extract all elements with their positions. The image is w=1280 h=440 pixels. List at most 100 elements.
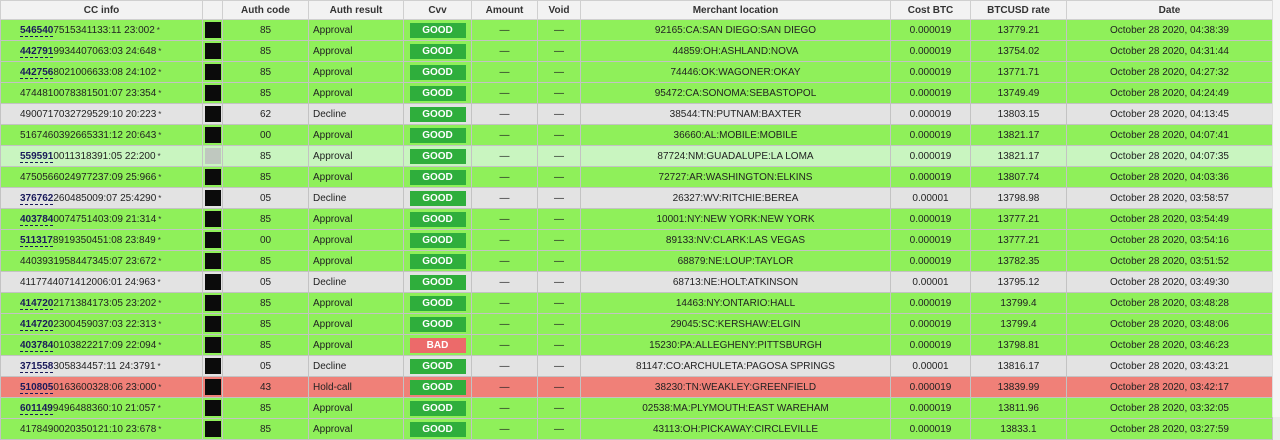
cc-details: 8021006633:08 24:102 [53, 66, 157, 78]
asterisk-icon: * [158, 130, 162, 140]
column-header-box[interactable] [202, 0, 223, 20]
bin-link[interactable]: 510805 [20, 381, 54, 394]
table-row[interactable]: 5108050163600328:06 23:000 * 43 Hold-call GO… [0, 376, 1273, 398]
column-header-void[interactable]: Void [537, 0, 581, 20]
bin-link[interactable]: 376762 [20, 192, 54, 205]
cvv-status-badge: GOOD [409, 106, 466, 122]
cost-btc-cell: 0.000019 [890, 40, 971, 62]
column-header-btcusd-rate[interactable]: BTCUSD rate [970, 0, 1067, 20]
bin-link[interactable]: 442791 [20, 45, 54, 58]
table-row[interactable]: 4037840103822217:09 22:094 * 85 Approval BAD… [0, 334, 1273, 356]
bin-link[interactable]: 442756 [20, 66, 54, 79]
amount-cell: — [471, 334, 538, 356]
masked-box [204, 85, 221, 101]
table-row[interactable]: 4117744071412006:01 24:963 * 05 Decline GOOD… [0, 271, 1273, 293]
void-cell: — [537, 229, 581, 251]
amount-cell: — [471, 376, 538, 398]
auth-code-cell: 85 [222, 292, 309, 314]
table-row[interactable]: 4403931958447345:07 23:672 * 85 Approval GOO… [0, 250, 1273, 272]
cvv-status-badge: GOOD [409, 64, 466, 80]
masked-cell [202, 187, 223, 209]
table-header-row: CC info Auth code Auth result Cvv Amount Void… [0, 0, 1273, 20]
bin-link[interactable]: 559591 [20, 150, 54, 163]
table-row[interactable]: 4178490020350121:10 23:678 * 85 Approval GOO… [0, 418, 1273, 440]
table-row[interactable]: 6011499496488360:10 21:057 * 85 Approval GOO… [0, 397, 1273, 419]
table-row[interactable]: 4744810078381501:07 23:354 * 85 Approval GOO… [0, 82, 1273, 104]
table-row[interactable]: 5167460392665331:12 20:643 * 00 Approval GOO… [0, 124, 1273, 146]
merchant-location-cell: 92165:CA:SAN DIEGO:SAN DIEGO [580, 19, 891, 41]
cvv-cell: GOOD [403, 271, 472, 293]
cc-info-cell: 5167460392665331:12 20:643 * [0, 124, 203, 146]
masked-box [204, 148, 221, 164]
table-row[interactable]: 4037840074751403:09 21:314 * 85 Approval GOO… [0, 208, 1273, 230]
cost-btc-cell: 0.000019 [890, 19, 971, 41]
bin-link[interactable]: 511317 [20, 234, 53, 247]
auth-code-cell: 05 [222, 271, 309, 293]
cvv-cell: GOOD [403, 313, 472, 335]
column-header-cost-btc[interactable]: Cost BTC [890, 0, 971, 20]
bin-link[interactable]: 601149 [20, 402, 53, 415]
table-row[interactable]: 371558305834457:11 24:3791 * 05 Decline GOOD… [0, 355, 1273, 377]
table-row[interactable]: 376762260485009:07 25:4290 * 05 Decline GOOD… [0, 187, 1273, 209]
auth-result-cell: Approval [308, 292, 404, 314]
masked-cell [202, 313, 223, 335]
cc-info-cell: 5108050163600328:06 23:000 * [0, 376, 203, 398]
masked-cell [202, 61, 223, 83]
asterisk-icon: * [158, 424, 162, 434]
btcusd-rate-cell: 13798.81 [970, 334, 1067, 356]
amount-cell: — [471, 313, 538, 335]
date-cell: October 28 2020, 03:48:28 [1066, 292, 1273, 314]
table-row[interactable]: 4427919934407063:03 24:648 * 85 Approval GOO… [0, 40, 1273, 62]
auth-result-cell: Approval [308, 334, 404, 356]
cost-btc-cell: 0.000019 [890, 334, 971, 356]
amount-cell: — [471, 166, 538, 188]
column-header-auth-result[interactable]: Auth result [308, 0, 404, 20]
date-cell: October 28 2020, 04:03:36 [1066, 166, 1273, 188]
cvv-status-badge: GOOD [409, 190, 466, 206]
cc-details: 0074751403:09 21:314 [53, 213, 157, 225]
transactions-table: CC info Auth code Auth result Cvv Amount Void… [0, 0, 1273, 440]
bin-link[interactable]: 414720 [20, 318, 54, 331]
masked-box [204, 190, 221, 206]
table-row[interactable]: 4147202300459037:03 22:313 * 85 Approval GOO… [0, 313, 1273, 335]
table-row[interactable]: 5465407515341133:11 23:002 * 85 Approval GOO… [0, 19, 1273, 41]
table-row[interactable]: 4147202171384173:05 23:202 * 85 Approval GOO… [0, 292, 1273, 314]
cvv-cell: GOOD [403, 145, 472, 167]
table-row[interactable]: 4427568021006633:08 24:102 * 85 Approval GOO… [0, 61, 1273, 83]
cvv-cell: GOOD [403, 376, 472, 398]
transactions-table-wrapper: CC info Auth code Auth result Cvv Amount Void… [0, 0, 1273, 440]
amount-cell: — [471, 145, 538, 167]
merchant-location-cell: 68713:NE:HOLT:ATKINSON [580, 271, 891, 293]
bin-link[interactable]: 546540 [20, 24, 54, 37]
cc-details: 4403931958447345:07 23:672 [20, 255, 157, 267]
cc-info-cell: 4147202171384173:05 23:202 * [0, 292, 203, 314]
table-row[interactable]: 4750566024977237:09 25:966 * 85 Approval GOO… [0, 166, 1273, 188]
column-header-cc-info[interactable]: CC info [0, 0, 203, 20]
bin-link[interactable]: 371558 [20, 360, 54, 373]
date-cell: October 28 2020, 03:32:05 [1066, 397, 1273, 419]
cc-details: 4117744071412006:01 24:963 [20, 276, 156, 288]
table-row[interactable]: 4900717032729529:10 20:223 * 62 Decline GOOD… [0, 103, 1273, 125]
date-cell: October 28 2020, 03:58:57 [1066, 187, 1273, 209]
void-cell: — [537, 82, 581, 104]
table-row[interactable]: 5595910011318391:05 22:200 * 85 Approval GOO… [0, 145, 1273, 167]
cvv-status-badge: GOOD [409, 274, 466, 290]
cc-details: 5167460392665331:12 20:643 [20, 129, 157, 141]
cvv-status-badge: GOOD [409, 421, 466, 437]
column-header-date[interactable]: Date [1066, 0, 1273, 20]
bin-link[interactable]: 403784 [20, 213, 54, 226]
bin-link[interactable]: 403784 [20, 339, 54, 352]
column-header-auth-code[interactable]: Auth code [222, 0, 309, 20]
masked-box [204, 253, 221, 269]
btcusd-rate-cell: 13821.17 [970, 145, 1067, 167]
merchant-location-cell: 43113:OH:PICKAWAY:CIRCLEVILLE [580, 418, 891, 440]
column-header-amount[interactable]: Amount [471, 0, 538, 20]
column-header-merchant-location[interactable]: Merchant location [580, 0, 891, 20]
column-header-cvv[interactable]: Cvv [403, 0, 472, 20]
bin-link[interactable]: 414720 [20, 297, 54, 310]
vertical-scrollbar[interactable] [1272, 0, 1280, 417]
cc-info-cell: 4427919934407063:03 24:648 * [0, 40, 203, 62]
masked-cell [202, 103, 223, 125]
auth-result-cell: Approval [308, 166, 404, 188]
table-row[interactable]: 5113178919350451:08 23:849 * 00 Approval GOO… [0, 229, 1273, 251]
